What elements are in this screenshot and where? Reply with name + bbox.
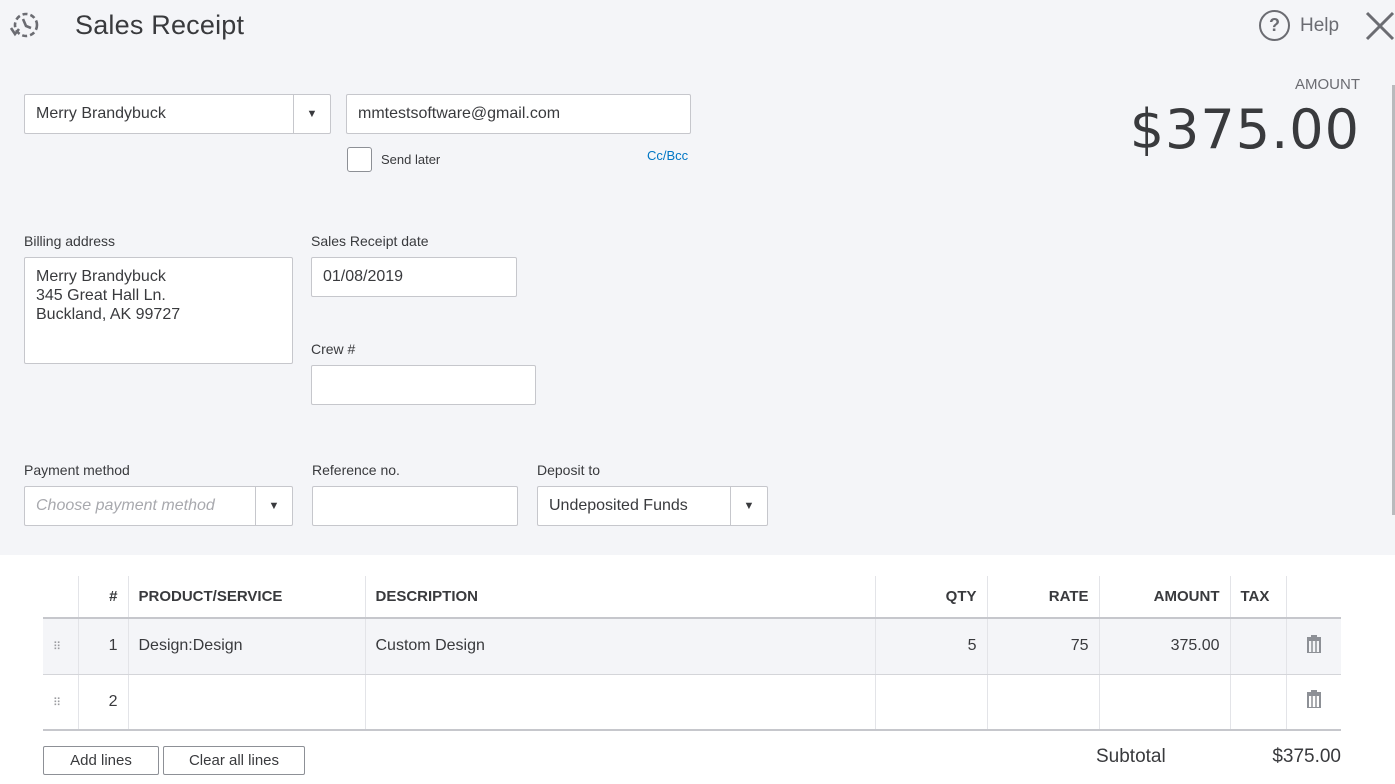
- amount-cell[interactable]: 375.00: [1098, 618, 1230, 675]
- amount-value: $375.00: [1129, 98, 1360, 161]
- receipt-date-value: 01/08/2019: [323, 268, 404, 285]
- description-cell[interactable]: Custom Design: [364, 618, 875, 675]
- billing-address-label: Billing address: [24, 233, 116, 249]
- cc-bcc-link[interactable]: Cc/Bcc: [647, 148, 688, 163]
- subtotal-label: Subtotal: [1096, 746, 1166, 767]
- trash-icon[interactable]: [1306, 690, 1322, 709]
- history-clock-icon[interactable]: [8, 10, 42, 42]
- trash-icon[interactable]: [1306, 634, 1322, 653]
- col-amount: AMOUNT: [1098, 576, 1230, 619]
- qty-cell[interactable]: 5: [874, 618, 987, 675]
- deposit-to-label: Deposit to: [537, 462, 601, 478]
- receipt-date-label: Sales Receipt date: [311, 233, 429, 249]
- send-later-label: Send later: [381, 152, 441, 167]
- page-title: Sales Receipt: [75, 10, 245, 40]
- deposit-to-value: Undeposited Funds: [549, 497, 688, 514]
- tax-cell[interactable]: [1229, 618, 1286, 675]
- line-items-table: # PRODUCT/SERVICE DESCRIPTION QTY RATE A…: [43, 576, 1341, 731]
- close-x-icon[interactable]: [1364, 10, 1395, 42]
- description-cell[interactable]: [364, 674, 875, 731]
- crew-label: Crew #: [311, 341, 356, 357]
- product-service-cell[interactable]: [127, 674, 365, 731]
- reference-field[interactable]: [312, 486, 518, 526]
- help-label: Help: [1300, 14, 1340, 36]
- chevron-down-icon[interactable]: ▼: [293, 95, 330, 133]
- drag-handle-icon[interactable]: ⠿: [53, 641, 61, 653]
- chevron-down-icon[interactable]: ▼: [730, 487, 767, 525]
- line-number: 2: [77, 674, 128, 731]
- qty-cell[interactable]: [874, 674, 987, 731]
- email-field[interactable]: mmtestsoftware@gmail.com: [346, 94, 691, 134]
- payment-method-select[interactable]: Choose payment method ▼: [24, 486, 293, 526]
- table-row[interactable]: ⠿ 1 Design:Design Custom Design 5 75 375…: [43, 618, 1341, 675]
- customer-select[interactable]: Merry Brandybuck ▼: [24, 94, 331, 134]
- email-value: mmtestsoftware@gmail.com: [358, 105, 561, 122]
- payment-method-label: Payment method: [24, 462, 130, 478]
- receipt-date-field[interactable]: 01/08/2019: [311, 257, 517, 297]
- reference-label: Reference no.: [312, 462, 400, 478]
- col-number: #: [77, 576, 128, 619]
- col-product-service: PRODUCT/SERVICE: [127, 576, 365, 619]
- billing-address-field[interactable]: Merry Brandybuck 345 Great Hall Ln. Buck…: [24, 257, 293, 364]
- product-service-cell[interactable]: Design:Design: [127, 618, 365, 675]
- payment-method-placeholder: Choose payment method: [36, 497, 215, 514]
- drag-handle-icon[interactable]: ⠿: [53, 697, 61, 709]
- send-later-checkbox[interactable]: [347, 147, 372, 172]
- subtotal-value: $375.00: [1272, 746, 1341, 767]
- col-drag: [43, 576, 78, 619]
- rate-cell[interactable]: [986, 674, 1099, 731]
- col-actions: [1285, 576, 1341, 619]
- deposit-to-select[interactable]: Undeposited Funds ▼: [537, 486, 768, 526]
- table-row[interactable]: ⠿ 2: [43, 674, 1341, 731]
- rate-cell[interactable]: 75: [986, 618, 1099, 675]
- col-description: DESCRIPTION: [364, 576, 875, 619]
- line-number: 1: [77, 618, 128, 675]
- col-tax: TAX: [1229, 576, 1286, 619]
- add-lines-button[interactable]: Add lines: [43, 746, 159, 775]
- customer-value: Merry Brandybuck: [36, 105, 166, 122]
- crew-field[interactable]: [311, 365, 536, 405]
- tax-cell[interactable]: [1229, 674, 1286, 731]
- question-circle-icon: ?: [1259, 10, 1290, 41]
- help-button[interactable]: ? Help: [1259, 10, 1339, 41]
- amount-label: AMOUNT: [1295, 76, 1360, 93]
- chevron-down-icon[interactable]: ▼: [255, 487, 292, 525]
- table-header-row: # PRODUCT/SERVICE DESCRIPTION QTY RATE A…: [43, 576, 1341, 619]
- amount-cell[interactable]: [1098, 674, 1230, 731]
- col-qty: QTY: [874, 576, 987, 619]
- col-rate: RATE: [986, 576, 1099, 619]
- clear-all-lines-button[interactable]: Clear all lines: [163, 746, 305, 775]
